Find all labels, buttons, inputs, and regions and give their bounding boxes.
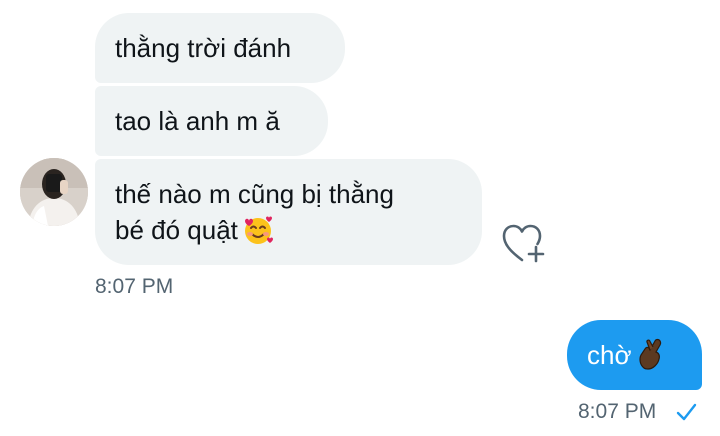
message-timestamp: 8:07 PM: [578, 400, 657, 423]
add-reaction-button[interactable]: [500, 220, 548, 264]
message-timestamp: 8:07 PM: [95, 275, 174, 298]
received-message-bubble[interactable]: tao là anh m ă: [95, 86, 328, 156]
message-text: tao là anh m ă: [115, 106, 280, 136]
received-message-bubble[interactable]: thằng trời đánh: [95, 13, 345, 83]
avatar[interactable]: [20, 158, 88, 226]
message-text-line-with-emoji: bé đó quật: [115, 212, 462, 254]
received-message-bubble[interactable]: thế nào m cũng bị thằng bé đó quật: [95, 159, 482, 265]
crossed-fingers-icon: [636, 338, 666, 379]
message-text: chờ: [587, 340, 632, 370]
message-text: bé đó quật: [115, 215, 238, 245]
smiling-face-with-hearts-icon: [242, 215, 274, 254]
message-text-line: thế nào m cũng bị thằng: [115, 179, 394, 209]
sent-message-bubble[interactable]: chờ: [567, 320, 702, 390]
message-text: thằng trời đánh: [115, 33, 292, 63]
checkmark-icon: [676, 403, 697, 421]
heart-plus-icon: [502, 224, 545, 263]
avatar-photo: [20, 158, 88, 226]
